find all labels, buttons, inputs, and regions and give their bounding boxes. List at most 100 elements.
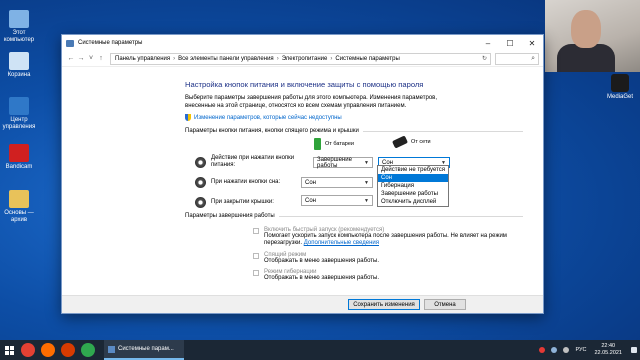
checkbox[interactable]	[253, 270, 259, 276]
breadcrumb-item[interactable]: Все элементы панели управления	[178, 56, 274, 62]
desktop-app-icon	[9, 97, 29, 115]
desktop-icon-mediaget[interactable]: MediaGet	[600, 74, 640, 100]
checkbox-description: Отображать в меню завершения работы.	[264, 275, 380, 281]
start-button[interactable]	[0, 340, 18, 360]
column-battery-label: От батареи	[325, 141, 354, 147]
dropdown-option[interactable]: Отключить дисплей	[378, 198, 448, 206]
up-arrow-icon[interactable]: ↑	[96, 55, 106, 62]
select-value: Сон	[305, 197, 316, 204]
taskbar: Системные парам... РУС 22:40 22.05.2021	[0, 340, 640, 360]
close-button[interactable]: ✕	[521, 35, 543, 51]
clock-date: 22.05.2021	[594, 350, 622, 356]
window-title: Системные параметры	[78, 40, 143, 46]
shield-icon	[185, 114, 191, 121]
desktop-icon[interactable]: Центр управления	[2, 97, 36, 131]
webcam-overlay	[545, 0, 640, 72]
desktop-icon-label: Основы — архив	[4, 210, 34, 223]
desktop-app-icon	[9, 144, 29, 162]
cancel-button[interactable]: Отмена	[424, 299, 466, 310]
page-title: Настройка кнопок питания и включение защ…	[185, 80, 424, 89]
desktop-icon[interactable]: Корзина	[2, 52, 36, 79]
section-power-buttons: Параметры кнопки питания, кнопки спящего…	[185, 128, 543, 134]
checkbox[interactable]	[253, 228, 259, 234]
row-label: При нажатии кнопки сна:	[211, 179, 281, 185]
row-label: Действие при нажатии кнопки питания:	[211, 155, 295, 168]
change-settings-link[interactable]: Изменение параметров, которые сейчас нед…	[185, 114, 543, 121]
row-lid-close: При закрытии крышки:	[195, 197, 306, 208]
select-value: Сон	[305, 179, 316, 186]
mediaget-icon	[611, 74, 629, 92]
refresh-icon[interactable]: ↻	[482, 55, 487, 62]
mediaget-label: MediaGet	[606, 94, 633, 100]
search-box[interactable]: ⌕	[495, 52, 539, 65]
desktop-app-icon	[9, 10, 29, 28]
dialog-footer: Сохранить изменения Отмена	[62, 295, 543, 313]
save-changes-button[interactable]: Сохранить изменения	[348, 299, 420, 310]
record-icon[interactable]	[539, 347, 546, 353]
address-bar[interactable]: Панель управления › Все элементы панели …	[110, 52, 491, 65]
minimize-button[interactable]: –	[477, 35, 499, 51]
lid-close-battery-select[interactable]: Сон ▼	[301, 195, 373, 206]
system-tray: РУС 22:40 22.05.2021	[536, 343, 640, 357]
dropdown-option[interactable]: Сон	[378, 174, 448, 182]
taskbar-app-label: Системные парам...	[118, 346, 174, 352]
edge-icon[interactable]	[81, 343, 95, 357]
section-shutdown: Параметры завершения работы	[185, 213, 543, 219]
hibernate-mode-checkbox[interactable]: Режим гибернации Отображать в меню завер…	[253, 269, 379, 282]
checkbox-description: Помогает ускорить запуск компьютера посл…	[264, 233, 507, 246]
language-indicator[interactable]: РУС	[575, 347, 586, 353]
volume-icon[interactable]	[563, 347, 570, 353]
power-button-icon	[195, 156, 206, 168]
dropdown-option[interactable]: Гибернация	[378, 182, 448, 190]
notifications-icon[interactable]	[631, 347, 637, 353]
more-info-link[interactable]: Дополнительные сведения	[304, 240, 379, 246]
dropdown-option[interactable]: Действие не требуется	[378, 166, 448, 174]
sleep-button-icon	[195, 177, 206, 188]
desktop-icon-label: Центр управления	[2, 117, 36, 130]
control-panel-icon	[66, 39, 74, 47]
control-panel-icon	[108, 345, 115, 353]
desktop-icon-label: Корзина	[7, 72, 31, 78]
desktop-icon-label: Bandicam	[5, 164, 33, 170]
section-label: Параметры кнопки питания, кнопки спящего…	[185, 128, 359, 134]
row-sleep-button: При нажатии кнопки сна:	[195, 177, 306, 188]
firefox-icon[interactable]	[41, 343, 55, 357]
desktop-icon[interactable]: Этот компьютер	[2, 10, 36, 44]
address-row: ← → ˅ ↑ Панель управления › Все элементы…	[62, 51, 543, 67]
windows-logo-icon	[4, 345, 14, 355]
chevron-down-icon: ▼	[364, 197, 369, 204]
column-battery: От батареи	[314, 138, 354, 150]
clock[interactable]: 22:40 22.05.2021	[594, 343, 622, 357]
fast-startup-checkbox[interactable]: Включить быстрый запуск (рекомендуется) …	[253, 227, 514, 247]
power-button-ac-dropdown-menu[interactable]: Действие не требуется Сон Гибернация Заверш…	[377, 165, 449, 207]
chevron-down-icon: ▼	[364, 159, 369, 166]
dropdown-option[interactable]: Завершение работы	[378, 190, 448, 198]
change-settings-link-label: Изменение параметров, которые сейчас нед…	[194, 114, 342, 121]
sleep-button-battery-select[interactable]: Сон ▼	[301, 177, 373, 188]
desktop-app-icon	[9, 52, 29, 70]
desktop-icon[interactable]: Основы — архив	[2, 190, 36, 224]
power-button-battery-select[interactable]: Завершение работы ▼	[313, 157, 373, 169]
breadcrumb-item[interactable]: Панель управления	[115, 56, 170, 62]
lid-icon	[195, 197, 206, 208]
network-icon[interactable]	[551, 347, 558, 353]
desktop-icon-label: Этот компьютер	[3, 30, 35, 43]
webcam-person-face	[571, 10, 601, 48]
maximize-button[interactable]: ☐	[499, 35, 521, 51]
sleep-mode-checkbox[interactable]: Спящий режим Отображать в меню завершени…	[253, 252, 379, 265]
row-power-button: Действие при нажатии кнопки питания:	[195, 155, 306, 169]
back-arrow-icon[interactable]: ←	[66, 55, 76, 62]
chrome-icon[interactable]	[21, 343, 35, 357]
breadcrumb-item[interactable]: Системные параметры	[335, 56, 399, 62]
checkbox[interactable]	[253, 253, 259, 259]
desktop-icon[interactable]: Bandicam	[2, 144, 36, 171]
recent-chevron-icon[interactable]: ˅	[86, 55, 96, 62]
page-description: Выберите параметры завершения работы для…	[185, 95, 438, 109]
opera-icon[interactable]	[61, 343, 75, 357]
section-label: Параметры завершения работы	[185, 213, 275, 219]
system-settings-window: Системные параметры – ☐ ✕ ← → ˅ ↑ Панель…	[61, 34, 544, 314]
title-bar: Системные параметры – ☐ ✕	[62, 35, 543, 51]
breadcrumb-item[interactable]: Электропитание	[282, 56, 328, 62]
taskbar-app-system-settings[interactable]: Системные парам...	[104, 340, 184, 360]
forward-arrow-icon[interactable]: →	[76, 55, 86, 62]
